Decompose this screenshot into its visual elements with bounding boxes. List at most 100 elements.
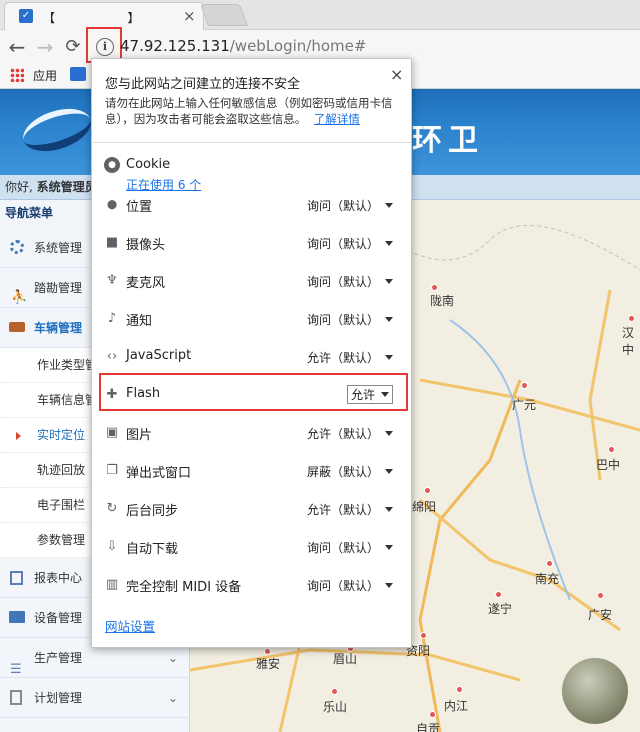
permission-select[interactable]: 允许（默认）: [307, 425, 393, 442]
city-marker: [331, 688, 338, 695]
sync-icon: ↻: [106, 501, 118, 516]
map-city-label: 陇南: [430, 294, 455, 308]
city-marker: [608, 446, 615, 453]
permission-row: ⇩ 自动下载 询问（默认）: [92, 528, 411, 566]
permission-select[interactable]: 询问（默认）: [307, 235, 393, 252]
city-marker: [628, 315, 635, 322]
permission-row: ■ 摄像头 询问（默认）: [92, 224, 411, 262]
popup-title: 您与此网站之间建立的连接不安全: [105, 77, 301, 92]
permission-select[interactable]: 询问（默认）: [307, 577, 393, 594]
permission-label: 后台同步: [126, 504, 179, 519]
midi-icon: ▥: [105, 577, 119, 592]
city-marker: [546, 560, 553, 567]
tab-close-icon[interactable]: ×: [183, 7, 196, 25]
permission-label: 摄像头: [126, 238, 166, 253]
site-settings-link[interactable]: 网站设置: [105, 616, 155, 635]
flash-row-highlight: [99, 373, 408, 411]
map-city-label: 广元: [512, 398, 537, 412]
permission-label: 自动下载: [126, 542, 179, 557]
permission-select-value: 允许（默认）: [306, 427, 379, 441]
dropdown-arrow-icon: [385, 241, 393, 246]
city-marker: [424, 487, 431, 494]
url-host: 47.92.125.131: [120, 37, 230, 55]
bookmark-favicon-icon[interactable]: [70, 67, 86, 81]
sidebar-item-label: 设备管理: [34, 611, 83, 625]
sidebar-item-plans[interactable]: 计划管理 ⌄: [0, 678, 190, 718]
permission-select[interactable]: 屏蔽（默认）: [307, 463, 393, 480]
map-city-label: 绵阳: [412, 500, 437, 514]
monitor-icon: [9, 611, 25, 623]
map-city-label: 巴中: [596, 458, 621, 472]
city-marker: [495, 591, 502, 598]
map-city-label: 汉中: [622, 326, 635, 357]
permission-select[interactable]: 允许（默认）: [307, 501, 393, 518]
permission-select-value: 允许（默认）: [306, 503, 379, 517]
chevron-down-icon: ⌄: [167, 691, 178, 705]
sidebar-item-label: 踏勘管理: [34, 281, 83, 295]
map-city-label: 自贡: [416, 722, 441, 732]
sidebar-subitem-label: 实时定位: [37, 428, 86, 442]
city-marker: [429, 711, 436, 718]
download-icon: ⇩: [106, 539, 118, 554]
reload-icon[interactable]: ⟳: [60, 34, 86, 60]
permission-label: 弹出式窗口: [126, 466, 192, 481]
sidebar-item-label: 生产管理: [34, 651, 83, 665]
permission-select[interactable]: 允许（默认）: [307, 349, 393, 366]
sidebar-subitem-label: 轨迹回放: [37, 463, 86, 477]
address-bar[interactable]: 47.92.125.131/webLogin/home#: [120, 37, 366, 55]
permission-select-value: 询问（默认）: [306, 199, 379, 213]
map-city-label: 内江: [444, 699, 469, 713]
url-path: /webLogin/home#: [229, 37, 367, 55]
map-city-label: 遂宁: [488, 602, 513, 616]
sidebar-subitem-label: 参数管理: [37, 533, 86, 547]
dropdown-arrow-icon: [385, 355, 393, 360]
apps-bookmark[interactable]: 应用: [33, 67, 57, 84]
forward-icon[interactable]: →: [32, 34, 58, 60]
city-marker: [431, 284, 438, 291]
camera-icon: ■: [105, 235, 119, 250]
city-marker: [420, 632, 427, 639]
dropdown-arrow-icon: [385, 469, 393, 474]
site-favicon-icon: ✓: [19, 9, 33, 23]
permission-label: JavaScript: [126, 348, 192, 363]
dropdown-arrow-icon: [385, 545, 393, 550]
permission-row: ♆ 麦克风 询问（默认）: [92, 262, 411, 300]
permission-select[interactable]: 询问（默认）: [307, 539, 393, 556]
new-tab-button[interactable]: [199, 4, 249, 26]
permission-row: ▥ 完全控制 MIDI 设备 询问（默认）: [92, 566, 411, 604]
tab-title: 【 】: [43, 11, 140, 25]
permission-select[interactable]: 询问（默认）: [307, 273, 393, 290]
apps-icon[interactable]: [10, 68, 24, 82]
map-city-label: 南充: [535, 572, 560, 586]
bell-icon: ♪: [107, 311, 117, 326]
permission-select[interactable]: 询问（默认）: [307, 311, 393, 328]
popup-close-icon[interactable]: ×: [390, 65, 403, 84]
popup-divider: [92, 142, 411, 143]
sidebar-item-label: 系统管理: [34, 241, 83, 255]
permission-row: ⬤ 位置 询问（默认）: [92, 186, 411, 224]
sidebar-item-label: 计划管理: [34, 691, 83, 705]
city-marker: [597, 592, 604, 599]
permission-select-value: 询问（默认）: [306, 275, 379, 289]
permission-select-value: 询问（默认）: [306, 579, 379, 593]
learn-more-link[interactable]: 了解详情: [314, 112, 360, 126]
document-icon: [10, 690, 22, 705]
back-icon[interactable]: ←: [4, 34, 30, 60]
code-icon: ‹›: [106, 349, 118, 364]
banner-title: 环卫: [412, 123, 484, 158]
map-navigation-control[interactable]: [562, 658, 628, 724]
map-city-label: 眉山: [333, 652, 358, 666]
image-icon: ▣: [105, 425, 119, 440]
city-marker: [456, 686, 463, 693]
sidebar-item-label: 车辆管理: [34, 321, 83, 335]
permission-row: ❐ 弹出式窗口 屏蔽（默认）: [92, 452, 411, 490]
cookie-icon: ●: [104, 157, 120, 173]
gear-icon: [10, 240, 24, 254]
sidebar-subitem-label: 电子围栏: [37, 498, 86, 512]
sidebar-subitem-label: 车辆信息管: [37, 393, 98, 407]
permission-select-value: 询问（默认）: [306, 313, 379, 327]
permission-select-value: 询问（默认）: [306, 541, 379, 555]
permission-select[interactable]: 询问（默认）: [307, 197, 393, 214]
microphone-icon: ♆: [106, 273, 118, 288]
sidebar-subitem-label: 作业类型管: [37, 358, 98, 372]
